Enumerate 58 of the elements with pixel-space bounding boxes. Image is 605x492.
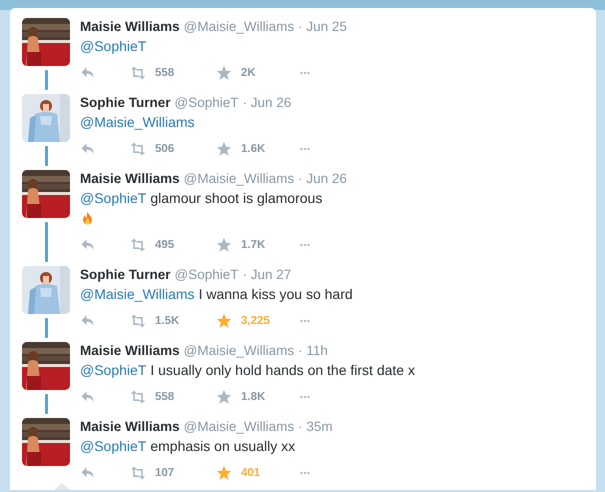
author-handle[interactable]: @SophieT bbox=[174, 95, 239, 110]
tweet-text: I wanna kiss you so hard bbox=[198, 286, 353, 302]
mention-link[interactable]: @Maisie_Williams bbox=[80, 286, 195, 302]
star-icon[interactable] bbox=[216, 237, 232, 253]
favorite-count: 3,225 bbox=[241, 315, 270, 327]
timestamp[interactable]: · Jun 27 bbox=[242, 267, 292, 282]
timestamp[interactable]: · Jun 26 bbox=[242, 95, 292, 110]
thread-line bbox=[44, 70, 48, 90]
mention-link[interactable]: @SophieT bbox=[80, 38, 146, 54]
star-icon[interactable] bbox=[216, 465, 232, 481]
author-handle[interactable]: @Maisie_Williams bbox=[184, 343, 294, 358]
author-name[interactable]: Maisie Williams bbox=[80, 171, 180, 186]
favorite-count: 1.7K bbox=[241, 239, 266, 251]
mention-link[interactable]: @SophieT bbox=[80, 438, 146, 454]
tweet-text: emphasis on usually xx bbox=[150, 438, 296, 454]
retweet-icon[interactable] bbox=[130, 389, 146, 405]
author-name[interactable]: Sophie Turner bbox=[80, 267, 171, 282]
author-handle[interactable]: @Maisie_Williams bbox=[184, 419, 294, 434]
retweet-count: 506 bbox=[155, 143, 174, 155]
retweet-count: 495 bbox=[155, 239, 174, 251]
author-handle[interactable]: @Maisie_Williams bbox=[184, 19, 294, 34]
timestamp[interactable]: · 11h bbox=[298, 343, 328, 358]
author-name[interactable]: Maisie Williams bbox=[80, 343, 180, 358]
timestamp[interactable]: · Jun 25 bbox=[298, 19, 347, 34]
retweet-icon[interactable] bbox=[130, 141, 146, 157]
author-handle[interactable]: @Maisie_Williams bbox=[184, 171, 294, 186]
retweet-icon[interactable] bbox=[130, 237, 146, 253]
favorite-count: 1.8K bbox=[241, 391, 266, 403]
favorite-count: 1.6K bbox=[241, 143, 266, 155]
retweet-icon[interactable] bbox=[130, 65, 146, 81]
mention-link[interactable]: @SophieT bbox=[80, 190, 146, 206]
thread-line bbox=[44, 146, 48, 166]
thread-line bbox=[44, 222, 48, 262]
star-icon[interactable] bbox=[216, 313, 232, 329]
retweet-icon[interactable] bbox=[130, 465, 146, 481]
retweet-count: 558 bbox=[155, 391, 174, 403]
star-icon[interactable] bbox=[216, 65, 232, 81]
retweet-count: 558 bbox=[155, 67, 174, 79]
favorite-count: 2K bbox=[241, 67, 256, 79]
author-handle[interactable]: @SophieT bbox=[174, 267, 239, 282]
retweet-icon[interactable] bbox=[130, 313, 146, 329]
thread-line bbox=[44, 394, 48, 414]
star-icon[interactable] bbox=[216, 141, 232, 157]
pointer-notch bbox=[54, 483, 70, 490]
star-icon[interactable] bbox=[216, 389, 232, 405]
thread-line bbox=[44, 318, 48, 338]
mention-link[interactable]: @Maisie_Williams bbox=[80, 114, 195, 130]
favorite-count: 401 bbox=[241, 467, 260, 479]
mention-link[interactable]: @SophieT bbox=[80, 362, 146, 378]
author-name[interactable]: Sophie Turner bbox=[80, 95, 171, 110]
timestamp[interactable]: · 35m bbox=[298, 419, 333, 434]
retweet-count: 107 bbox=[155, 467, 174, 479]
timestamp[interactable]: · Jun 26 bbox=[298, 171, 347, 186]
retweet-count: 1.5K bbox=[155, 315, 180, 327]
author-name[interactable]: Maisie Williams bbox=[80, 419, 180, 434]
tweet-text: glamour shoot is glamorous bbox=[150, 190, 322, 206]
tweet-text: I usually only hold hands on the first date x bbox=[150, 362, 415, 378]
author-name[interactable]: Maisie Williams bbox=[80, 19, 180, 34]
